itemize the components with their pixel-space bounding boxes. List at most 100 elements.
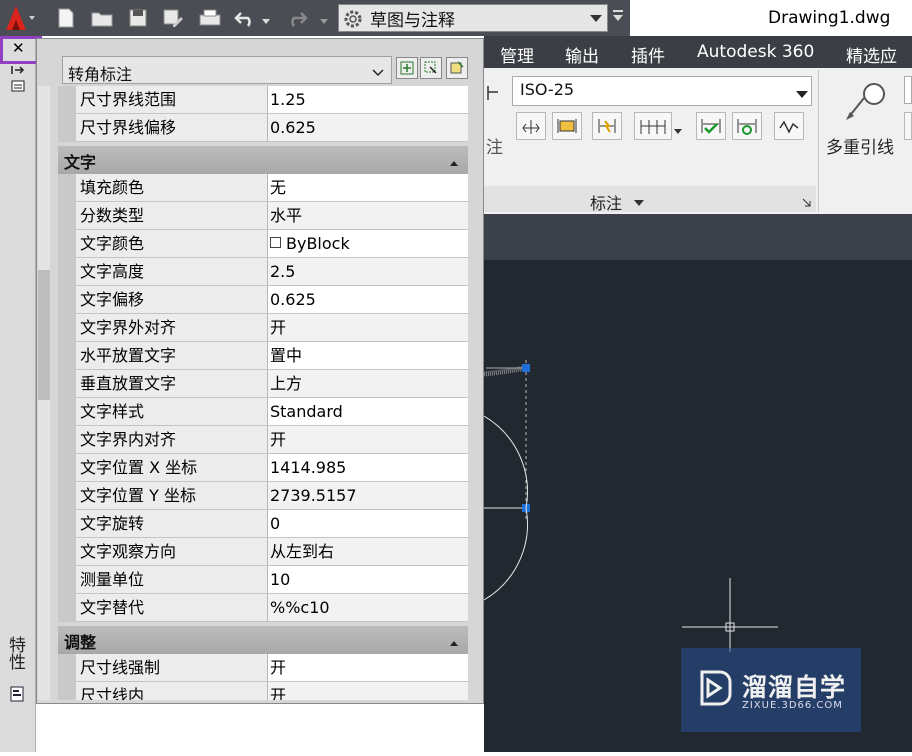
property-row[interactable]: 尺寸界线偏移 0.625 bbox=[58, 114, 468, 142]
dimension-panel-title[interactable]: 标注 bbox=[590, 190, 622, 214]
property-name: 水平放置文字 bbox=[76, 342, 268, 370]
row-gutter bbox=[58, 342, 76, 370]
ribbon-separator bbox=[818, 70, 819, 212]
property-value[interactable]: 0.625 bbox=[268, 114, 468, 142]
chevron-down-icon[interactable] bbox=[634, 196, 644, 211]
row-gutter bbox=[58, 594, 76, 622]
linear-dimension-icon[interactable] bbox=[486, 82, 500, 110]
property-value[interactable]: 置中 bbox=[268, 342, 468, 370]
property-value[interactable]: 1.25 bbox=[268, 86, 468, 114]
tab-output[interactable]: 输出 bbox=[565, 42, 599, 67]
row-gutter bbox=[58, 426, 76, 454]
row-gutter bbox=[58, 258, 76, 286]
row-gutter bbox=[58, 230, 76, 258]
property-name: 测量单位 bbox=[76, 566, 268, 594]
property-name: 填充颜色 bbox=[76, 174, 268, 202]
tab-autodesk-360[interactable]: Autodesk 360 bbox=[697, 42, 814, 62]
property-name: 文字位置 Y 坐标 bbox=[76, 482, 268, 510]
property-row[interactable]: 文字旋转 0 bbox=[58, 510, 468, 538]
reassociate-icon[interactable] bbox=[774, 112, 804, 140]
category-title: 调整 bbox=[64, 633, 97, 652]
row-gutter bbox=[58, 398, 76, 426]
row-gutter bbox=[58, 370, 76, 398]
property-row[interactable]: 测量单位 10 bbox=[58, 566, 468, 594]
file-tab-strip bbox=[484, 214, 912, 260]
property-value[interactable]: 0.625 bbox=[268, 286, 468, 314]
category-title: 文字 bbox=[64, 153, 97, 172]
ribbon-panel-title-bar bbox=[484, 186, 816, 212]
property-value[interactable]: 开 bbox=[268, 314, 468, 342]
update-icon[interactable] bbox=[732, 112, 762, 140]
property-value[interactable]: 水平 bbox=[268, 202, 468, 230]
property-row[interactable]: 分数类型 水平 bbox=[58, 202, 468, 230]
property-name: 文字偏移 bbox=[76, 286, 268, 314]
watermark-subtext: ZIXUE.3D66.COM bbox=[742, 700, 843, 711]
chevron-down-icon bbox=[590, 12, 602, 27]
property-row[interactable]: 文字样式 Standard bbox=[58, 398, 468, 426]
property-row[interactable]: 尺寸线强制开 bbox=[58, 654, 468, 682]
property-row[interactable]: 文字界外对齐开 bbox=[58, 314, 468, 342]
property-row[interactable]: 文字观察方向 从左到右 bbox=[58, 538, 468, 566]
property-row[interactable]: 尺寸线内开 bbox=[58, 682, 468, 700]
row-gutter bbox=[58, 314, 76, 342]
property-row[interactable]: 文字高度 2.5 bbox=[58, 258, 468, 286]
property-name: 尺寸线强制 bbox=[76, 654, 268, 682]
property-value[interactable]: 2739.5157 bbox=[268, 482, 468, 510]
property-row[interactable]: 文字位置 Y 坐标 2739.5157 bbox=[58, 482, 468, 510]
property-value[interactable]: 开 bbox=[268, 426, 468, 454]
tab-manage[interactable]: 管理 bbox=[500, 42, 534, 67]
dimension-jog-icon[interactable] bbox=[592, 112, 622, 140]
property-name: 文字界内对齐 bbox=[76, 426, 268, 454]
property-value[interactable]: Standard bbox=[268, 398, 468, 426]
property-name: 分数类型 bbox=[76, 202, 268, 230]
collapse-icon[interactable] bbox=[450, 156, 458, 171]
multileader-label: 多重引线 bbox=[826, 138, 894, 158]
property-name: 尺寸界线范围 bbox=[76, 86, 268, 114]
row-gutter bbox=[58, 286, 76, 314]
property-name: 文字观察方向 bbox=[76, 538, 268, 566]
property-value-text: ByBlock bbox=[286, 234, 350, 253]
qat-customize-icon[interactable] bbox=[612, 10, 624, 28]
property-row[interactable]: 文字替代 %%c10 bbox=[58, 594, 468, 622]
continue-dimension-icon[interactable] bbox=[634, 112, 672, 140]
property-value[interactable]: 从左到右 bbox=[268, 538, 468, 566]
multileader-icon[interactable] bbox=[838, 78, 888, 132]
property-row[interactable]: 文字颜色 ByBlock bbox=[58, 230, 468, 258]
inspect-icon[interactable] bbox=[696, 112, 726, 140]
annotation-field-partial[interactable] bbox=[904, 76, 912, 104]
tab-plugins[interactable]: 插件 bbox=[631, 42, 665, 67]
adjust-space-icon[interactable] bbox=[552, 112, 582, 140]
property-value[interactable]: 上方 bbox=[268, 370, 468, 398]
property-value[interactable]: %%c10 bbox=[268, 594, 468, 622]
category-adjust[interactable]: 调整 bbox=[58, 626, 468, 654]
row-gutter bbox=[58, 174, 76, 202]
property-name: 文字颜色 bbox=[76, 230, 268, 258]
dimension-break-icon[interactable] bbox=[516, 112, 546, 140]
property-value[interactable]: 2.5 bbox=[268, 258, 468, 286]
property-row[interactable]: 尺寸界线范围 1.25 bbox=[58, 86, 468, 114]
collapse-icon[interactable] bbox=[450, 636, 458, 651]
property-row[interactable]: 水平放置文字 置中 bbox=[58, 342, 468, 370]
property-value[interactable]: 1414.985 bbox=[268, 454, 468, 482]
property-row[interactable]: 文字位置 X 坐标 1414.985 bbox=[58, 454, 468, 482]
annotation-button-partial[interactable] bbox=[904, 112, 912, 140]
continue-dropdown-icon[interactable] bbox=[674, 124, 682, 139]
property-row[interactable]: 填充颜色无 bbox=[58, 174, 468, 202]
chevron-down-icon bbox=[796, 88, 808, 103]
property-value[interactable]: 10 bbox=[268, 566, 468, 594]
row-gutter bbox=[58, 454, 76, 482]
property-value[interactable]: 0 bbox=[268, 510, 468, 538]
property-row[interactable]: 文字界内对齐开 bbox=[58, 426, 468, 454]
dialog-launcher-icon[interactable] bbox=[802, 196, 811, 211]
property-row[interactable]: 文字偏移 0.625 bbox=[58, 286, 468, 314]
ribbon-partial-label: 注 bbox=[486, 138, 503, 158]
property-value[interactable]: 无 bbox=[268, 174, 468, 202]
property-name: 文字替代 bbox=[76, 594, 268, 622]
watermark-text: 溜溜自学 bbox=[742, 673, 847, 702]
dimension-style-value: ISO-25 bbox=[520, 80, 575, 99]
category-text[interactable]: 文字 bbox=[58, 146, 468, 174]
property-value[interactable]: 开 bbox=[268, 682, 468, 700]
property-row[interactable]: 垂直放置文字 上方 bbox=[58, 370, 468, 398]
property-value[interactable]: 开 bbox=[268, 654, 468, 682]
property-value[interactable]: ByBlock bbox=[268, 230, 468, 258]
